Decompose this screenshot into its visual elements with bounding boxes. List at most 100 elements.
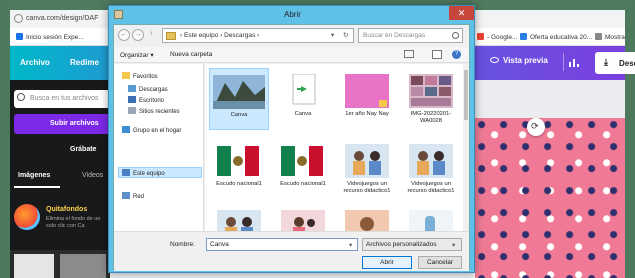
- search-placeholder: Busca en tus archivos: [30, 95, 99, 102]
- file-type-value: Archivos personalizados: [366, 241, 437, 248]
- up-button[interactable]: ↑: [150, 30, 153, 37]
- breadcrumb-separator: ›: [257, 32, 260, 39]
- file-item[interactable]: Videojuegos un recurso didactico1: [401, 138, 461, 195]
- nav-item[interactable]: Red: [122, 192, 144, 200]
- menu-archivo[interactable]: Archivo: [20, 58, 50, 67]
- file-item[interactable]: [209, 204, 269, 231]
- chevron-down-icon[interactable]: ▾: [349, 241, 352, 249]
- file-item[interactable]: IMG-20220201-WA0028: [401, 68, 461, 125]
- nav-item[interactable]: Descargas: [128, 85, 168, 93]
- preview-pane-icon[interactable]: [432, 50, 442, 59]
- file-thumbnail: [405, 210, 457, 231]
- bookmark-icon: [16, 33, 23, 40]
- menu-redimensionar[interactable]: Redime: [70, 58, 99, 67]
- refresh-button[interactable]: ↻: [343, 31, 348, 39]
- file-type-select[interactable]: Archivos personalizados ▾: [362, 238, 462, 251]
- breadcrumb: › Este equipo › Descargas ›: [180, 32, 259, 39]
- url-text: canva.com/design/DAF: [26, 15, 99, 22]
- folder-icon: [122, 169, 130, 176]
- close-button[interactable]: ✕: [449, 6, 474, 20]
- file-name-value: Canva: [210, 241, 229, 248]
- upload-thumbnails: [10, 250, 110, 278]
- file-item[interactable]: [401, 204, 461, 231]
- canva-side-panel: Busca en tus archivos Subir archivos Grá…: [10, 80, 110, 278]
- file-item[interactable]: Canva: [273, 68, 333, 118]
- nav-item-label: Escritorio: [139, 98, 165, 104]
- nav-item[interactable]: Sitios recientes: [128, 107, 180, 115]
- folder-icon: [128, 107, 136, 114]
- upload-thumbnail[interactable]: [14, 254, 54, 278]
- lock-icon: [14, 14, 23, 23]
- file-thumbnail: [213, 144, 265, 178]
- file-list-scrollbar[interactable]: [463, 64, 469, 231]
- abrir-button[interactable]: Abrir: [362, 256, 412, 269]
- breadcrumb-este-equipo[interactable]: Este equipo: [184, 32, 218, 39]
- nav-item-label: Red: [133, 194, 145, 200]
- vista-previa-button[interactable]: Vista previa: [490, 56, 548, 65]
- open-file-dialog: Abrir ✕ ← → ↑ › Este equipo › Descargas …: [108, 5, 475, 273]
- chevron-down-icon[interactable]: ▾: [331, 31, 334, 39]
- file-thumbnail: [405, 144, 457, 178]
- folder-icon: [166, 32, 176, 40]
- bookmark-item[interactable]: Oferta educativa 20...: [520, 33, 592, 41]
- file-item[interactable]: Videojuegos un recurso didactico1: [337, 138, 397, 195]
- folder-icon: [128, 96, 136, 103]
- rotate-icon: ⟳: [531, 121, 539, 131]
- nav-item[interactable]: Favoritos: [122, 72, 158, 80]
- tab-imagenes[interactable]: Imágenes: [18, 172, 50, 179]
- file-item[interactable]: [273, 204, 333, 231]
- upload-thumbnail[interactable]: [60, 254, 106, 278]
- file-thumbnail: [341, 210, 393, 231]
- view-options-icon[interactable]: [404, 50, 414, 58]
- file-thumbnail: [213, 210, 265, 231]
- command-bar: Organizar ▾ Nueva carpeta ?: [114, 47, 469, 63]
- bookmark-item[interactable]: Inicio sesión Expe...: [16, 33, 84, 41]
- bookmark-item[interactable]: Mostra: [595, 33, 625, 41]
- cancelar-button[interactable]: Cancelar: [418, 256, 462, 269]
- file-thumbnail: [405, 74, 457, 108]
- file-name: IMG-20220201-WA0028: [410, 111, 452, 124]
- file-item[interactable]: Escudo nacional1: [209, 138, 269, 188]
- organizar-menu[interactable]: Organizar ▾: [120, 51, 154, 59]
- chart-icon: [569, 59, 579, 67]
- download-icon: ⤓: [604, 57, 608, 67]
- search-placeholder: Buscar en Descargas: [363, 32, 426, 39]
- file-name: 1er año Nay Nay: [345, 111, 389, 117]
- nav-item[interactable]: Escritorio: [128, 96, 164, 104]
- file-name: Canva: [294, 111, 312, 117]
- file-item[interactable]: Canva: [209, 68, 269, 130]
- subir-archivos-button[interactable]: Subir archivos: [14, 114, 110, 134]
- nav-item[interactable]: Este equipo: [122, 169, 165, 177]
- grabate-button[interactable]: Grábate: [70, 146, 96, 153]
- file-name-input[interactable]: Canva ▾: [206, 238, 358, 251]
- nueva-carpeta-button[interactable]: Nueva carpeta: [170, 51, 212, 58]
- descargar-button[interactable]: ⤓ Desca: [595, 52, 635, 74]
- rotate-button[interactable]: ⟳: [527, 118, 545, 136]
- dialog-footer: Nombre: Canva ▾ Archivos personalizados …: [114, 231, 469, 271]
- file-item[interactable]: Escudo nacional1: [273, 138, 333, 188]
- stats-button[interactable]: [563, 53, 581, 71]
- nav-item-label: Este equipo: [133, 171, 165, 177]
- file-name: Escudo nacional1: [216, 181, 262, 187]
- back-button[interactable]: ←: [118, 29, 130, 41]
- design-canvas[interactable]: [475, 118, 625, 278]
- scrollbar-thumb[interactable]: [464, 70, 468, 120]
- search-icon: [17, 93, 25, 101]
- nav-item[interactable]: Grupo en el hogar: [122, 126, 181, 134]
- navigation-row: ← → ↑ › Este equipo › Descargas › ▾ ↻ Bu…: [114, 25, 469, 47]
- search-input[interactable]: Busca en tus archivos: [14, 90, 110, 108]
- search-descargas-input[interactable]: Buscar en Descargas: [358, 28, 463, 43]
- bookmark-item[interactable]: - Google...: [477, 33, 517, 41]
- dialog-titlebar[interactable]: Abrir: [109, 6, 474, 23]
- tab-videos[interactable]: Videos: [82, 172, 103, 179]
- file-item[interactable]: 1er año Nay Nay: [337, 68, 397, 118]
- forward-button[interactable]: →: [132, 29, 144, 41]
- navigation-pane: Favoritos Descargas Escritorio Sitios recie…: [114, 64, 204, 231]
- file-thumbnail: [277, 210, 329, 231]
- breadcrumb-descargas[interactable]: Descargas: [224, 32, 255, 39]
- path-bar[interactable]: › Este equipo › Descargas › ▾ ↻: [162, 28, 354, 43]
- quitafondos-thumbnail[interactable]: [14, 204, 40, 230]
- file-item[interactable]: [337, 204, 397, 231]
- nav-item-label: Descargas: [139, 87, 168, 93]
- help-icon[interactable]: ?: [452, 50, 461, 59]
